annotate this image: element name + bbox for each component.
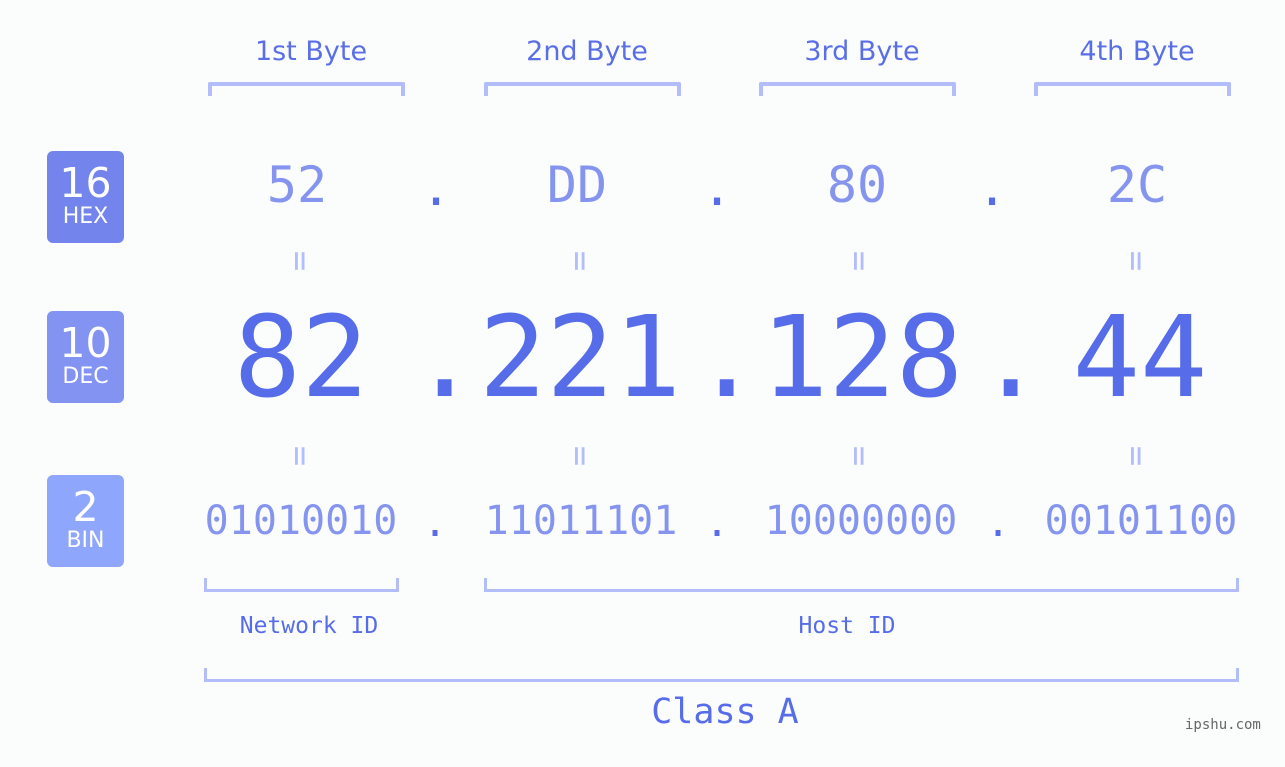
bin-separator-1: . [422,500,448,546]
hex-badge-number: 16 [59,159,112,207]
hex-badge: 16 HEX [47,151,124,243]
hex-value-3: 80 [826,156,888,214]
byte-bracket-4 [1034,82,1231,96]
equals-icon: = [279,445,320,467]
equals-icon: = [1115,250,1156,272]
hex-value-4: 2C [1106,156,1168,214]
equals-icon: = [838,250,879,272]
byte-bracket-3 [759,82,956,96]
dec-value-2: 221 [478,293,682,423]
hex-value-1: 52 [266,156,328,214]
hex-separator-3: . [976,159,1008,217]
equals-icon: = [838,445,879,467]
dec-value-1: 82 [233,293,369,423]
byte-label-4: 4th Byte [1079,36,1195,67]
bin-badge-number: 2 [72,483,99,531]
hex-value-2: DD [546,156,608,214]
bin-badge-label: BIN [66,528,105,553]
byte-label-3: 3rd Byte [804,36,920,67]
dec-badge-number: 10 [59,319,112,367]
bin-value-4: 00101100 [1044,498,1238,544]
class-label: Class A [651,692,799,732]
byte-bracket-2 [484,82,681,96]
watermark: ipshu.com [1185,717,1261,733]
hex-badge-label: HEX [62,204,109,229]
dec-value-4: 44 [1072,293,1208,423]
byte-bracket-1 [208,82,405,96]
hex-separator-1: . [420,159,452,217]
equals-icon: = [279,250,320,272]
byte-label-2: 2nd Byte [526,36,648,67]
dec-badge: 10 DEC [47,311,124,403]
bin-value-3: 10000000 [764,498,958,544]
dec-separator-2: . [693,293,761,423]
bin-value-2: 11011101 [484,498,678,544]
dec-separator-3: . [977,293,1045,423]
equals-icon: = [1115,445,1156,467]
dec-badge-label: DEC [62,364,109,389]
bin-badge: 2 BIN [47,475,124,567]
equals-icon: = [559,250,600,272]
equals-icon: = [559,445,600,467]
bin-separator-3: . [985,500,1011,546]
network-id-label: Network ID [239,613,379,639]
bin-separator-2: . [704,500,730,546]
class-bracket [204,668,1239,682]
hex-separator-2: . [701,159,733,217]
host-id-bracket [484,578,1239,592]
bin-value-1: 01010010 [204,498,398,544]
network-id-bracket [204,578,399,592]
dec-separator-1: . [411,293,479,423]
byte-label-1: 1st Byte [254,36,368,67]
dec-value-3: 128 [760,293,964,423]
host-id-label: Host ID [798,613,896,639]
